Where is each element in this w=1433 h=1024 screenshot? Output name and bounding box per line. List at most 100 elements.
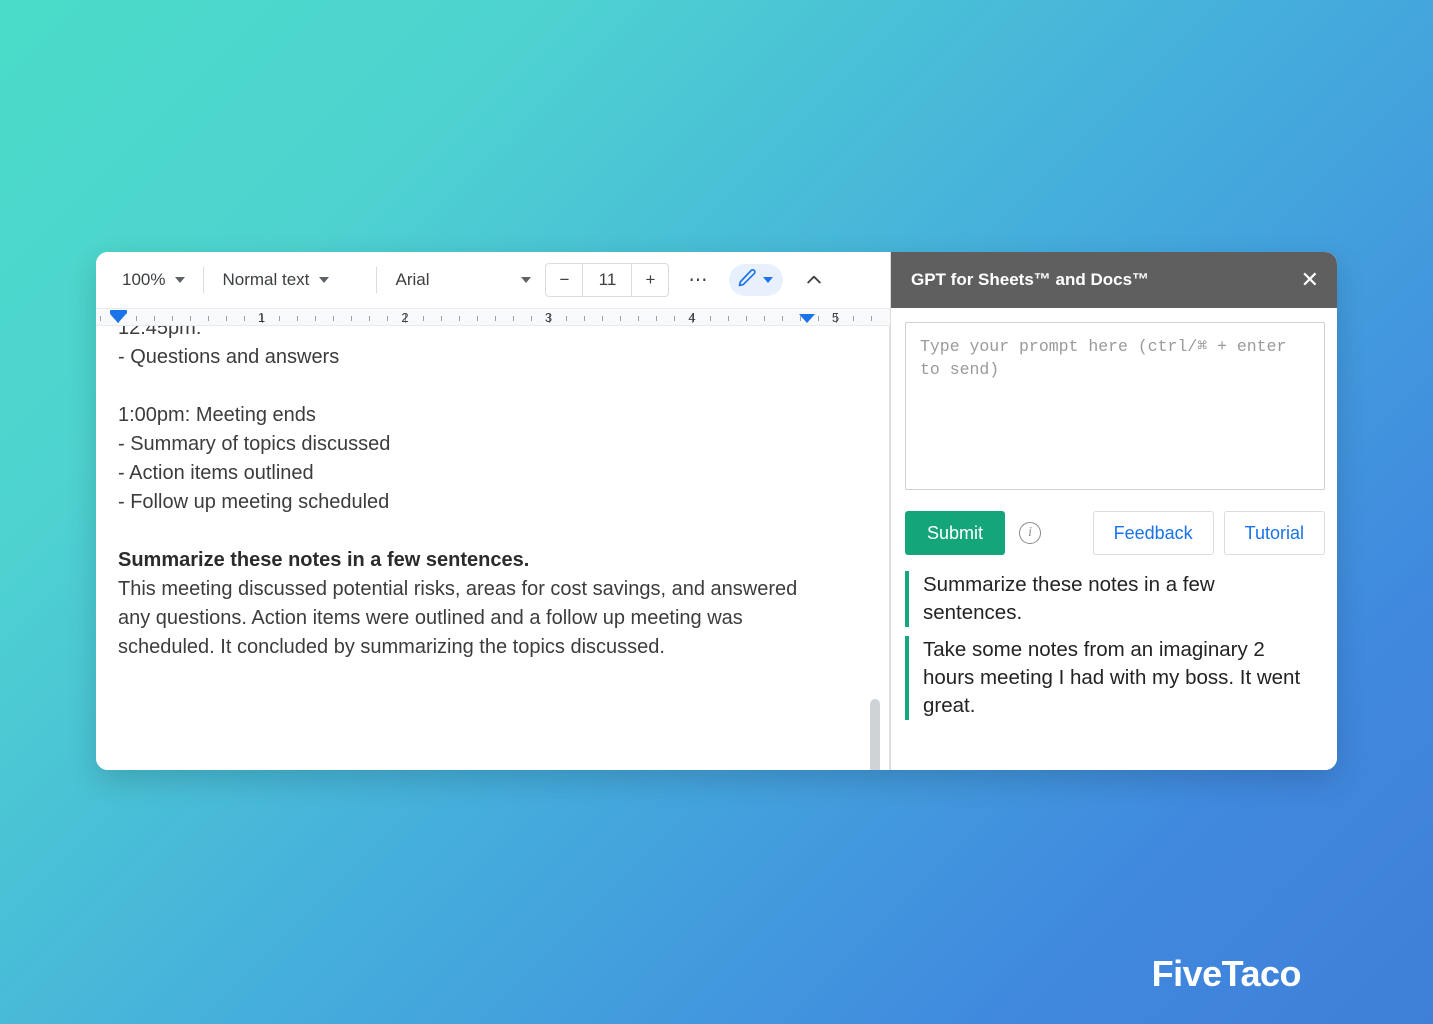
ruler-tick <box>530 316 532 321</box>
secondary-actions: Feedback Tutorial <box>1092 511 1325 555</box>
document-text[interactable]: 12:45pm: - Questions and answers 1:00pm:… <box>118 326 820 662</box>
ruler-tick <box>189 316 191 321</box>
info-icon[interactable]: i <box>1019 522 1042 544</box>
ruler-tick <box>584 316 586 321</box>
ruler-tick <box>171 316 173 321</box>
gpt-panel-header: GPT for Sheets™ and Docs™ ✕ <box>891 252 1337 308</box>
ruler-tick <box>297 316 299 321</box>
ruler-tick <box>871 316 873 321</box>
doc-heading-line: Summarize these notes in a few sentences… <box>118 549 530 571</box>
ruler-tick <box>243 316 245 321</box>
ruler-number: 4 <box>688 310 696 325</box>
docs-ruler[interactable]: 1 2 3 4 5 <box>96 308 890 326</box>
ruler-tick <box>494 316 496 321</box>
document-canvas[interactable]: 12:45pm: - Questions and answers 1:00pm:… <box>96 326 890 770</box>
ruler-tick <box>351 316 353 321</box>
increase-font-size-button[interactable]: + <box>632 264 668 296</box>
chevron-down-icon <box>521 277 532 283</box>
font-size-stepper[interactable]: − 11 + <box>545 263 670 297</box>
ruler-tick <box>440 316 442 321</box>
doc-blank-line <box>118 372 820 401</box>
ruler-tick <box>100 316 102 321</box>
toolbar-divider <box>376 267 378 293</box>
collapse-toolbar-button[interactable] <box>797 263 831 297</box>
chevron-down-icon <box>763 277 774 283</box>
ruler-tick <box>153 316 155 321</box>
pencil-icon <box>737 268 757 293</box>
ruler-tick <box>333 316 335 321</box>
ruler-tick <box>387 316 389 321</box>
ruler-tick <box>566 316 568 321</box>
ruler-tick <box>638 316 640 321</box>
google-docs-pane: 100% Normal text Arial − 11 + ⋯ 1 2 3 4 … <box>96 252 890 770</box>
pane-divider <box>889 326 890 770</box>
ruler-number: 1 <box>257 310 266 325</box>
gpt-panel-title: GPT for Sheets™ and Docs™ <box>911 270 1150 289</box>
ruler-tick <box>315 316 317 321</box>
history-item[interactable]: Take some notes from an imaginary 2 hour… <box>905 636 1325 720</box>
scrollbar-thumb[interactable] <box>870 699 880 770</box>
ruler-tick <box>458 316 460 321</box>
ruler-tick <box>369 316 371 321</box>
ruler-tick <box>656 316 658 321</box>
font-family-dropdown[interactable]: Arial <box>389 263 537 297</box>
gpt-action-row: Submit i Feedback Tutorial <box>905 511 1325 555</box>
ruler-tick <box>763 316 765 321</box>
ruler-tick <box>745 316 747 321</box>
doc-paragraph: This meeting discussed potential risks, … <box>118 578 798 658</box>
zoom-level-label: 100% <box>122 270 166 289</box>
ruler-tick <box>674 316 676 321</box>
close-icon[interactable]: ✕ <box>1301 269 1319 291</box>
prompt-history-list: Summarize these notes in a few sentences… <box>905 571 1325 720</box>
chevron-down-icon <box>319 277 330 283</box>
doc-line: 1:00pm: Meeting ends <box>118 404 316 426</box>
ruler-number: 2 <box>401 310 409 325</box>
document-scrollbar[interactable] <box>869 326 881 770</box>
doc-blank-line <box>118 517 820 546</box>
chevron-down-icon <box>175 277 186 283</box>
paragraph-style-dropdown[interactable]: Normal text <box>216 263 364 297</box>
fivetaco-logo: FiveTaco <box>1151 953 1302 994</box>
ruler-tick <box>476 316 478 321</box>
doc-line: - Summary of topics discussed <box>118 433 391 455</box>
ruler-number: 3 <box>544 310 553 325</box>
doc-line: - Questions and answers <box>118 346 340 368</box>
gpt-addon-pane: GPT for Sheets™ and Docs™ ✕ Submit i Fee… <box>890 252 1337 770</box>
gpt-panel-body: Submit i Feedback Tutorial Summarize the… <box>891 308 1337 770</box>
ruler-tick <box>135 316 137 321</box>
font-size-value[interactable]: 11 <box>582 264 633 296</box>
ruler-tick <box>781 316 783 321</box>
right-indent-marker-icon[interactable] <box>799 314 815 323</box>
docs-toolbar: 100% Normal text Arial − 11 + ⋯ <box>96 252 890 308</box>
zoom-dropdown[interactable]: 100% <box>116 263 191 297</box>
prompt-input[interactable] <box>905 322 1325 490</box>
ruler-tick <box>207 316 209 321</box>
toolbar-divider <box>203 267 205 293</box>
ruler-tick <box>817 316 819 321</box>
more-options-button[interactable]: ⋯ <box>681 263 715 297</box>
ruler-ticks: 1 2 3 4 5 <box>96 309 890 325</box>
decrease-font-size-button[interactable]: − <box>546 264 582 296</box>
doc-line: - Action items outlined <box>118 462 314 484</box>
tutorial-button[interactable]: Tutorial <box>1223 511 1325 555</box>
ruler-tick <box>620 316 622 321</box>
edit-mode-button[interactable] <box>729 264 784 296</box>
chevron-up-icon <box>807 275 822 284</box>
ruler-tick <box>709 316 711 321</box>
ruler-tick <box>853 316 855 321</box>
ruler-tick <box>225 316 227 321</box>
ruler-tick <box>727 316 729 321</box>
paragraph-style-label: Normal text <box>222 270 310 289</box>
doc-line: 12:45pm: <box>118 326 202 339</box>
font-family-label: Arial <box>395 270 430 289</box>
history-item[interactable]: Summarize these notes in a few sentences… <box>905 571 1325 627</box>
ruler-number: 5 <box>831 310 840 325</box>
ruler-tick <box>422 316 424 321</box>
doc-line: - Follow up meeting scheduled <box>118 491 390 513</box>
submit-button[interactable]: Submit <box>905 511 1006 555</box>
ruler-tick <box>602 316 604 321</box>
app-window: 100% Normal text Arial − 11 + ⋯ 1 2 3 4 … <box>96 252 1337 770</box>
feedback-button[interactable]: Feedback <box>1092 511 1214 555</box>
left-indent-marker-icon[interactable] <box>110 314 126 323</box>
ruler-tick <box>279 316 281 321</box>
